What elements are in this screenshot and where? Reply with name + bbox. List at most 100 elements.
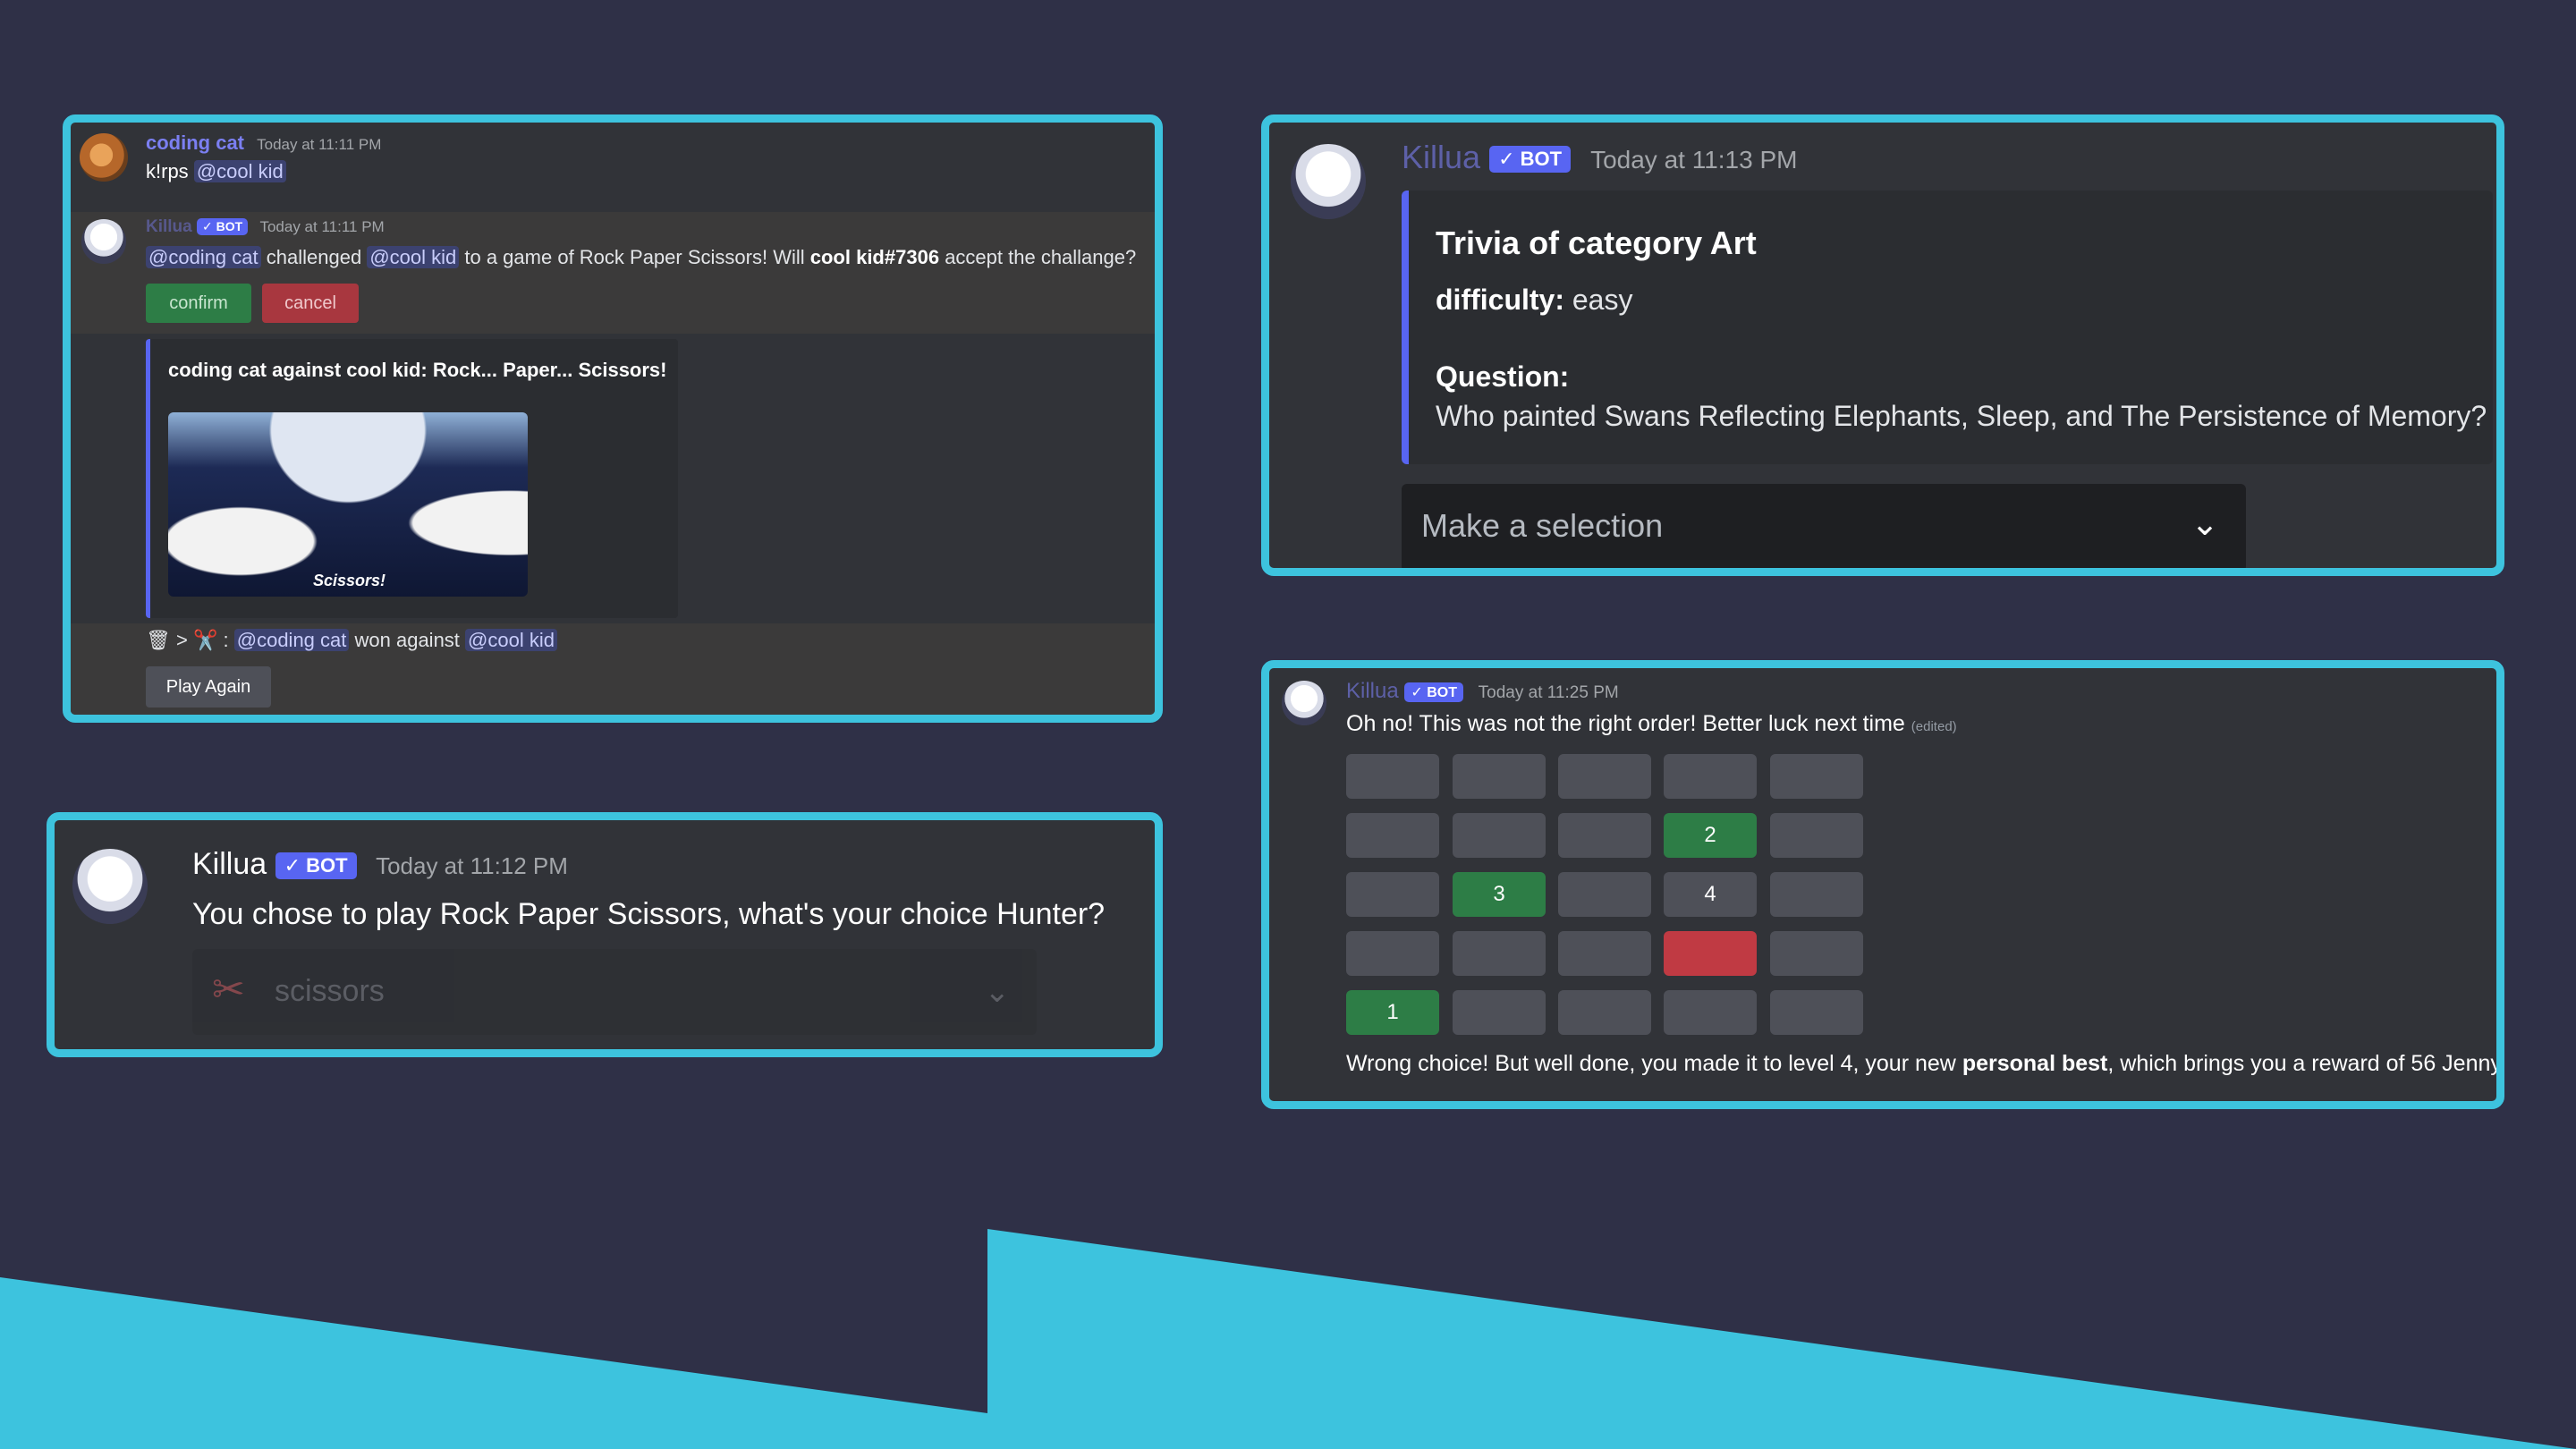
grid-button[interactable] [1346, 872, 1439, 917]
timestamp: Today at 11:11 PM [259, 218, 385, 235]
difficulty-row: difficulty: easy [1436, 284, 1632, 317]
grid-button[interactable] [1558, 754, 1651, 799]
chevron-down-icon: ⌄ [984, 975, 1011, 1009]
bot-message-text: @coding cat challenged @cool kid to a ga… [146, 246, 1136, 269]
text: Wrong choice! But well done, you made it… [1346, 1051, 1956, 1076]
cancel-button[interactable]: cancel [262, 284, 359, 323]
timestamp: Today at 11:12 PM [376, 852, 568, 879]
rps-result-icons: 🗑 > ✂️ : [146, 629, 229, 651]
message-header: Killua ✓ BOT Today at 11:25 PM [1346, 679, 1619, 704]
timestamp: Today at 11:13 PM [1590, 146, 1798, 174]
difficulty-label: difficulty: [1436, 284, 1564, 316]
grid-button[interactable] [1453, 931, 1546, 976]
message-text: You chose to play Rock Paper Scissors, w… [192, 897, 1106, 931]
grid-button[interactable] [1453, 813, 1546, 858]
rps-choice-panel: Killua ✓ BOT Today at 11:12 PM You chose… [47, 812, 1163, 1057]
embed-title: coding cat against cool kid: Rock... Pap… [168, 359, 667, 381]
confirm-button[interactable]: confirm [146, 284, 251, 323]
decor-shape-left [0, 1277, 987, 1449]
bot-badge: ✓ BOT [1404, 682, 1463, 702]
result-text: 🗑 > ✂️ : @coding cat won against @cool k… [146, 629, 557, 652]
command-text: k!rps [146, 160, 189, 182]
embed-title: Trivia of category Art [1436, 225, 1757, 261]
text: Oh no! This was not the right order! Bet… [1346, 711, 1905, 736]
text: , which brings you a reward of 56 Jenny! [2107, 1051, 2504, 1076]
grid-button[interactable]: 1 [1346, 990, 1439, 1035]
author-name[interactable]: Killua [192, 847, 267, 881]
grid-button[interactable] [1558, 931, 1651, 976]
grid-button[interactable] [1558, 813, 1651, 858]
mention[interactable]: @coding cat [146, 246, 261, 268]
grid-button[interactable] [1770, 990, 1863, 1035]
game-result-text: Wrong choice! But well done, you made it… [1346, 1051, 2504, 1077]
select-placeholder: Make a selection [1421, 507, 1664, 544]
bot-badge: ✓ BOT [1489, 146, 1572, 174]
text: challenged [266, 246, 362, 268]
grid-button[interactable] [1558, 990, 1651, 1035]
killua-avatar[interactable] [81, 219, 126, 264]
play-again-button[interactable]: Play Again [146, 666, 271, 708]
memory-game-panel: Killua ✓ BOT Today at 11:25 PM Oh no! Th… [1261, 660, 2504, 1109]
grid-button[interactable]: 2 [1664, 813, 1757, 858]
rps-embed: coding cat against cool kid: Rock... Pap… [146, 339, 678, 618]
grid-button[interactable]: 3 [1453, 872, 1546, 917]
select-value: scissors [275, 974, 385, 1008]
question-label: Question: [1436, 360, 1570, 393]
coding-cat-avatar[interactable] [80, 133, 128, 182]
answer-select[interactable]: Make a selection ⌄ [1402, 484, 2246, 568]
trivia-embed: Trivia of category Art difficulty: easy … [1402, 191, 2493, 464]
grid-button[interactable] [1770, 754, 1863, 799]
author-name[interactable]: coding cat [146, 131, 244, 154]
mention[interactable]: @cool kid [465, 629, 557, 651]
difficulty-value: easy [1572, 284, 1633, 316]
user-message-text: k!rps @cool kid [146, 160, 286, 183]
edited-label: (edited) [1911, 719, 1957, 734]
gif-caption: Scissors! [313, 572, 386, 589]
grid-button[interactable] [1770, 813, 1863, 858]
grid-button[interactable] [1346, 813, 1439, 858]
grid-button[interactable] [1664, 990, 1757, 1035]
killua-avatar[interactable] [1291, 144, 1366, 219]
text: to a game of Rock Paper Scissors! Will [464, 246, 805, 268]
rps-challenge-panel: coding cat Today at 11:11 PM k!rps @cool… [63, 114, 1163, 723]
grid-button[interactable] [1770, 872, 1863, 917]
gif-figure [168, 412, 528, 597]
message-header: Killua ✓ BOT Today at 11:13 PM [1402, 139, 1797, 176]
mention[interactable]: @cool kid [367, 246, 460, 268]
mention[interactable]: @cool kid [193, 160, 286, 182]
grid-button[interactable] [1770, 931, 1863, 976]
timestamp: Today at 11:11 PM [257, 136, 382, 153]
author-name[interactable]: Killua [1402, 139, 1480, 175]
timestamp: Today at 11:25 PM [1478, 683, 1619, 702]
grid-button[interactable]: 4 [1664, 872, 1757, 917]
mention[interactable]: @coding cat [233, 629, 350, 651]
grid-button[interactable] [1346, 931, 1439, 976]
killua-avatar[interactable] [1282, 681, 1326, 725]
text: won against [354, 629, 460, 651]
chevron-down-icon: ⌄ [2190, 505, 2219, 543]
message-text: Oh no! This was not the right order! Bet… [1346, 711, 1957, 737]
author-name[interactable]: Killua [1346, 679, 1399, 703]
grid-button[interactable] [1453, 754, 1546, 799]
message-header: Killua ✓ BOT Today at 11:12 PM [192, 847, 568, 882]
grid-button[interactable] [1664, 754, 1757, 799]
question-text: Who painted Swans Reflecting Elephants, … [1436, 400, 2487, 432]
bot-badge: ✓ BOT [197, 218, 249, 236]
bot-badge: ✓ BOT [275, 852, 357, 880]
trivia-panel: Killua ✓ BOT Today at 11:13 PM Trivia of… [1261, 114, 2504, 576]
grid-button[interactable] [1558, 872, 1651, 917]
username-tag: cool kid#7306 [809, 246, 940, 268]
choice-select: ✂ scissors ⌄ [192, 949, 1037, 1035]
grid-button[interactable] [1664, 931, 1757, 976]
grid-button[interactable] [1453, 990, 1546, 1035]
user-message-header: coding cat Today at 11:11 PM [146, 131, 381, 155]
killua-avatar[interactable] [72, 849, 148, 924]
scissors-gif[interactable]: Scissors! [168, 412, 528, 597]
bot-message-header: Killua ✓ BOT Today at 11:11 PM [146, 217, 385, 237]
personal-best-label: personal best [1962, 1051, 2108, 1076]
decor-shape-right [987, 1229, 2576, 1449]
text: accept the challange? [945, 246, 1137, 268]
scissors-icon: ✂ [212, 968, 245, 1012]
grid-button[interactable] [1346, 754, 1439, 799]
author-name[interactable]: Killua [146, 217, 192, 236]
